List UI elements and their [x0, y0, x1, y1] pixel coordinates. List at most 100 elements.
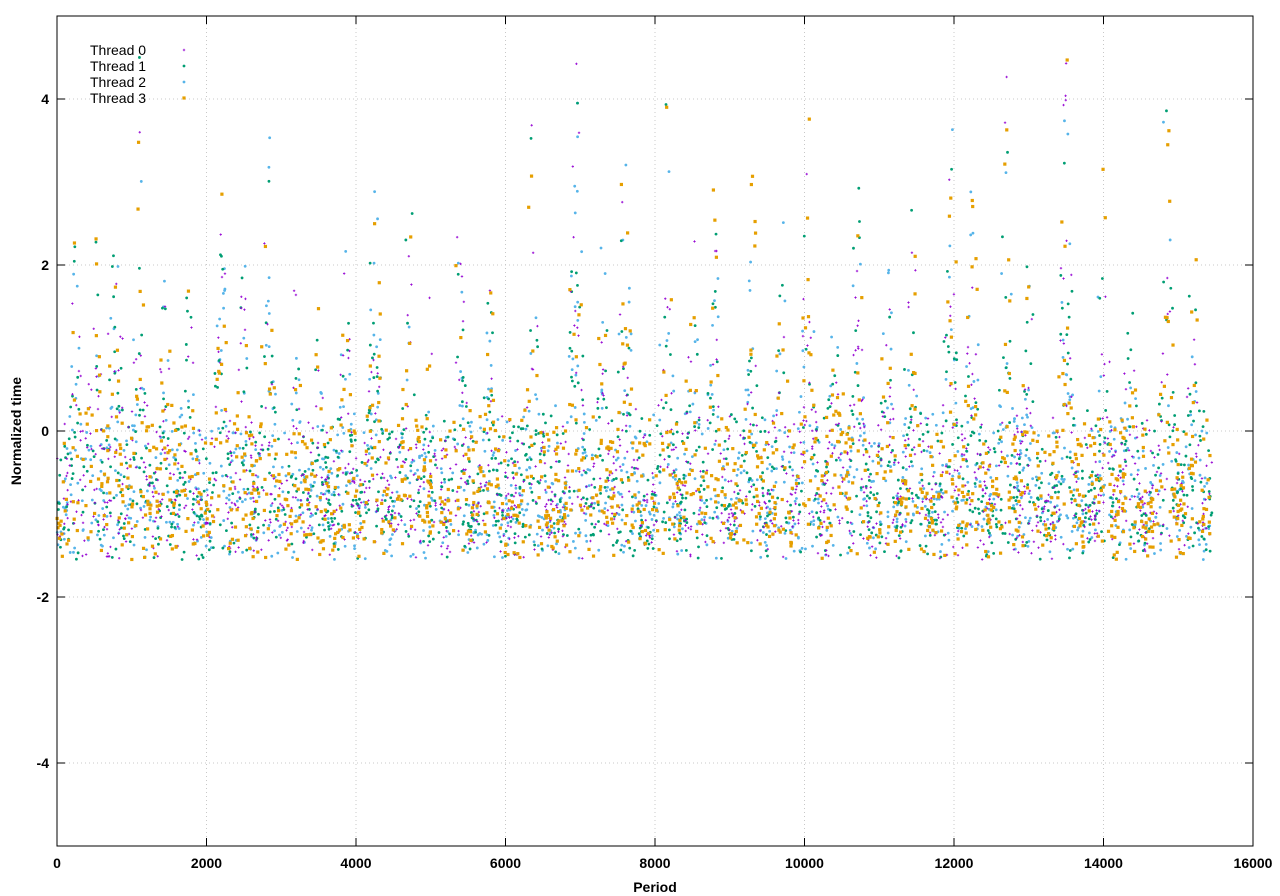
data-point [1008, 377, 1012, 380]
data-point [198, 433, 202, 437]
data-point [645, 500, 649, 504]
data-point [825, 528, 829, 532]
data-point [129, 458, 132, 461]
data-point [872, 536, 875, 540]
data-point [211, 471, 215, 475]
data-point [488, 339, 492, 343]
data-point [66, 452, 70, 456]
data-point [1168, 510, 1172, 514]
data-point [816, 461, 819, 464]
data-point [372, 477, 375, 481]
data-point [183, 470, 187, 474]
data-point [198, 517, 202, 521]
data-point [633, 471, 637, 475]
data-point [1162, 280, 1166, 284]
data-point [994, 517, 998, 521]
data-point [461, 391, 464, 395]
data-point [1006, 465, 1010, 468]
data-point [376, 405, 380, 409]
data-point [1051, 431, 1055, 435]
data-point [846, 451, 849, 454]
data-point [1187, 294, 1191, 298]
data-point [280, 504, 284, 507]
data-point [97, 514, 101, 517]
data-point [267, 524, 271, 527]
data-point [802, 426, 805, 429]
data-point [1070, 497, 1073, 501]
data-point [1199, 439, 1202, 442]
data-point [1112, 437, 1116, 441]
data-point [540, 516, 544, 519]
data-point [468, 525, 472, 528]
data-point [311, 468, 315, 472]
data-point [742, 429, 746, 433]
data-point [230, 521, 234, 525]
data-point [1124, 439, 1128, 443]
data-point [678, 514, 682, 518]
data-point [270, 444, 274, 448]
data-point [997, 441, 1001, 445]
data-point [316, 459, 319, 462]
data-point [517, 425, 520, 429]
data-point [1018, 449, 1022, 452]
data-point [492, 500, 496, 504]
data-point [916, 496, 920, 499]
data-point [434, 463, 437, 467]
data-point [941, 491, 945, 495]
data-point [309, 451, 313, 454]
data-point [1119, 431, 1123, 435]
data-point [912, 429, 915, 432]
data-point [1018, 462, 1022, 466]
data-point [657, 404, 660, 407]
data-point [448, 532, 451, 536]
data-point [614, 468, 618, 472]
data-point [668, 307, 672, 311]
data-point [464, 405, 468, 408]
data-point [855, 362, 859, 365]
data-point [1173, 495, 1177, 499]
data-point [273, 497, 277, 501]
data-point [722, 457, 726, 461]
data-point [1084, 516, 1087, 520]
data-point [487, 438, 491, 442]
data-point [440, 553, 444, 556]
data-point [715, 358, 718, 361]
data-point [848, 529, 851, 533]
data-point [788, 465, 792, 469]
data-point [761, 494, 765, 498]
data-point [797, 522, 800, 525]
data-point [1000, 440, 1003, 444]
data-point [1094, 424, 1098, 428]
data-point [810, 408, 813, 411]
data-point [1040, 481, 1043, 485]
data-point [596, 503, 600, 507]
data-point [143, 401, 146, 404]
data-point [1156, 522, 1160, 526]
data-point [598, 454, 602, 458]
data-point [531, 498, 535, 502]
data-point [444, 498, 447, 502]
data-point [292, 424, 295, 428]
data-point [761, 531, 765, 534]
data-point [939, 550, 942, 553]
data-point [424, 427, 428, 431]
data-point [1008, 339, 1012, 343]
data-point [851, 442, 855, 446]
data-point [921, 432, 925, 436]
data-point [81, 488, 85, 492]
data-point [573, 211, 577, 215]
data-point [373, 445, 377, 450]
data-point [1203, 476, 1207, 480]
data-point [1166, 312, 1169, 316]
data-point [1030, 317, 1034, 321]
data-point [408, 494, 412, 498]
data-point [428, 430, 432, 434]
data-point [558, 498, 562, 502]
data-point [899, 487, 902, 490]
data-point [119, 462, 123, 466]
data-point [683, 484, 687, 488]
data-point [735, 473, 739, 477]
data-point [445, 555, 449, 559]
data-point [417, 488, 420, 492]
data-point [106, 332, 110, 336]
